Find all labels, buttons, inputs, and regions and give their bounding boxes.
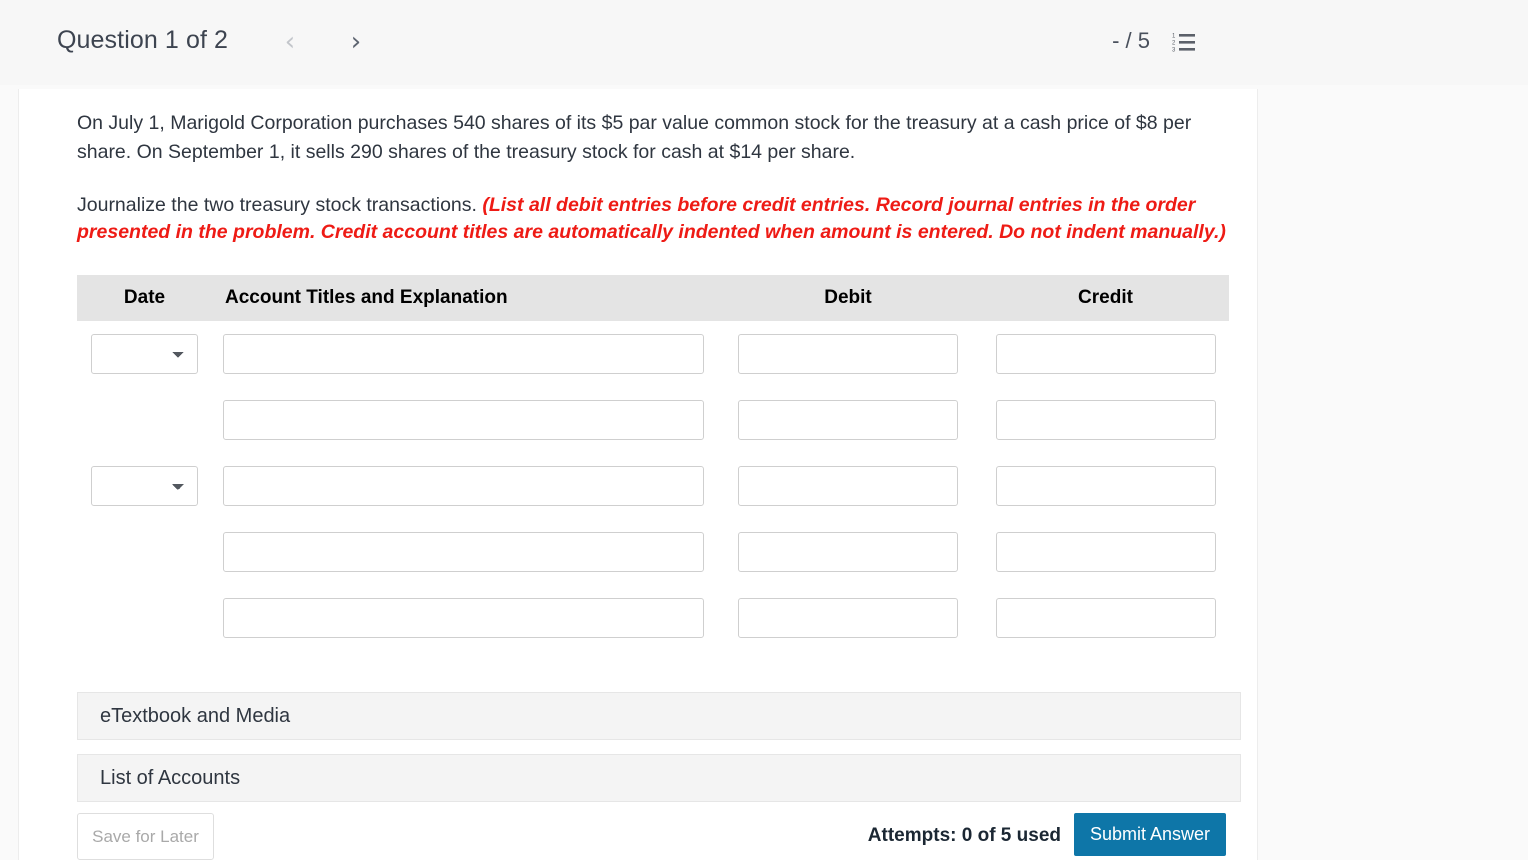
cell-account (212, 466, 714, 506)
cell-date (77, 598, 212, 638)
previous-question-button[interactable]: ‹ (272, 24, 308, 60)
credit-amount-input[interactable] (995, 598, 1216, 638)
cell-account (212, 532, 714, 572)
more-options-button[interactable] (1220, 24, 1256, 60)
cell-debit (714, 532, 982, 572)
account-title-input[interactable] (222, 466, 704, 506)
svg-text:2: 2 (1172, 41, 1176, 47)
save-for-later-button[interactable]: Save for Later (77, 813, 214, 860)
question-paragraph-1: On July 1, Marigold Corporation purchase… (77, 112, 1192, 163)
table-row (77, 453, 1229, 519)
question-list-button[interactable]: 1 2 3 (1166, 24, 1202, 60)
account-title-input[interactable] (222, 532, 704, 572)
numbered-list-icon: 1 2 3 (1172, 34, 1195, 54)
next-question-button[interactable]: › (338, 24, 374, 60)
cell-date (77, 400, 212, 440)
cell-date (77, 334, 212, 374)
question-paragraph-2: Journalize the two treasury stock transa… (77, 192, 1237, 246)
cell-credit (982, 400, 1229, 440)
cell-account (212, 334, 714, 374)
cell-debit (714, 400, 982, 440)
etextbook-and-media-panel[interactable]: eTextbook and Media (77, 692, 1241, 740)
cell-debit (714, 334, 982, 374)
score-display: - / 5 (1112, 28, 1150, 53)
list-of-accounts-label: List of Accounts (100, 766, 241, 789)
account-title-input[interactable] (222, 334, 704, 374)
cell-debit (714, 598, 982, 638)
debit-amount-input[interactable] (738, 532, 958, 572)
account-title-input[interactable] (222, 400, 704, 440)
column-header-account: Account Titles and Explanation (225, 287, 508, 308)
svg-text:3: 3 (1172, 48, 1176, 54)
question-header-bar: Question 1 of 2 ‹ › - / 5 1 2 3 (0, 0, 1528, 92)
debit-amount-input[interactable] (738, 466, 958, 506)
svg-text:1: 1 (1172, 34, 1176, 40)
attempts-status: Attempts: 0 of 5 used (867, 825, 1061, 846)
credit-amount-input[interactable] (995, 466, 1216, 506)
chevron-right-icon: › (350, 27, 362, 57)
footer-action-bar: Save for Later Attempts: 0 of 5 used Sub… (77, 813, 1241, 861)
journalize-instruction: Journalize the two treasury stock transa… (77, 194, 483, 216)
date-select[interactable] (91, 466, 198, 506)
cell-credit (982, 598, 1229, 638)
page-title: Question 1 of 2 (57, 26, 229, 54)
table-row (77, 321, 1229, 387)
cell-credit (982, 532, 1229, 572)
column-header-debit: Debit (824, 287, 872, 308)
cell-date (77, 532, 212, 572)
journal-entry-table: Date Account Titles and Explanation Debi… (77, 275, 1229, 651)
cell-account (212, 400, 714, 440)
date-placeholder (91, 400, 198, 440)
date-placeholder (91, 532, 198, 572)
column-header-date: Date (123, 287, 166, 308)
credit-amount-input[interactable] (995, 400, 1216, 440)
cell-debit (714, 466, 982, 506)
credit-amount-input[interactable] (995, 532, 1216, 572)
column-header-credit: Credit (1078, 287, 1133, 308)
cell-credit (982, 334, 1229, 374)
question-card: On July 1, Marigold Corporation purchase… (18, 89, 1258, 860)
credit-amount-input[interactable] (995, 334, 1216, 374)
account-title-input[interactable] (222, 598, 704, 638)
table-header-row: Date Account Titles and Explanation Debi… (77, 275, 1229, 321)
cell-credit (982, 466, 1229, 506)
table-row (77, 519, 1229, 585)
debit-amount-input[interactable] (738, 598, 958, 638)
cell-account (212, 598, 714, 638)
debit-amount-input[interactable] (738, 334, 958, 374)
question-body: On July 1, Marigold Corporation purchase… (77, 109, 1241, 246)
cell-date (77, 466, 212, 506)
date-placeholder (91, 598, 198, 638)
submit-answer-button[interactable]: Submit Answer (1074, 813, 1226, 856)
chevron-left-icon: ‹ (284, 27, 296, 57)
debit-amount-input[interactable] (738, 400, 958, 440)
list-of-accounts-panel[interactable]: List of Accounts (77, 754, 1241, 802)
etextbook-and-media-label: eTextbook and Media (100, 704, 291, 727)
date-select[interactable] (91, 334, 198, 374)
table-row (77, 387, 1229, 453)
table-row (77, 585, 1229, 651)
